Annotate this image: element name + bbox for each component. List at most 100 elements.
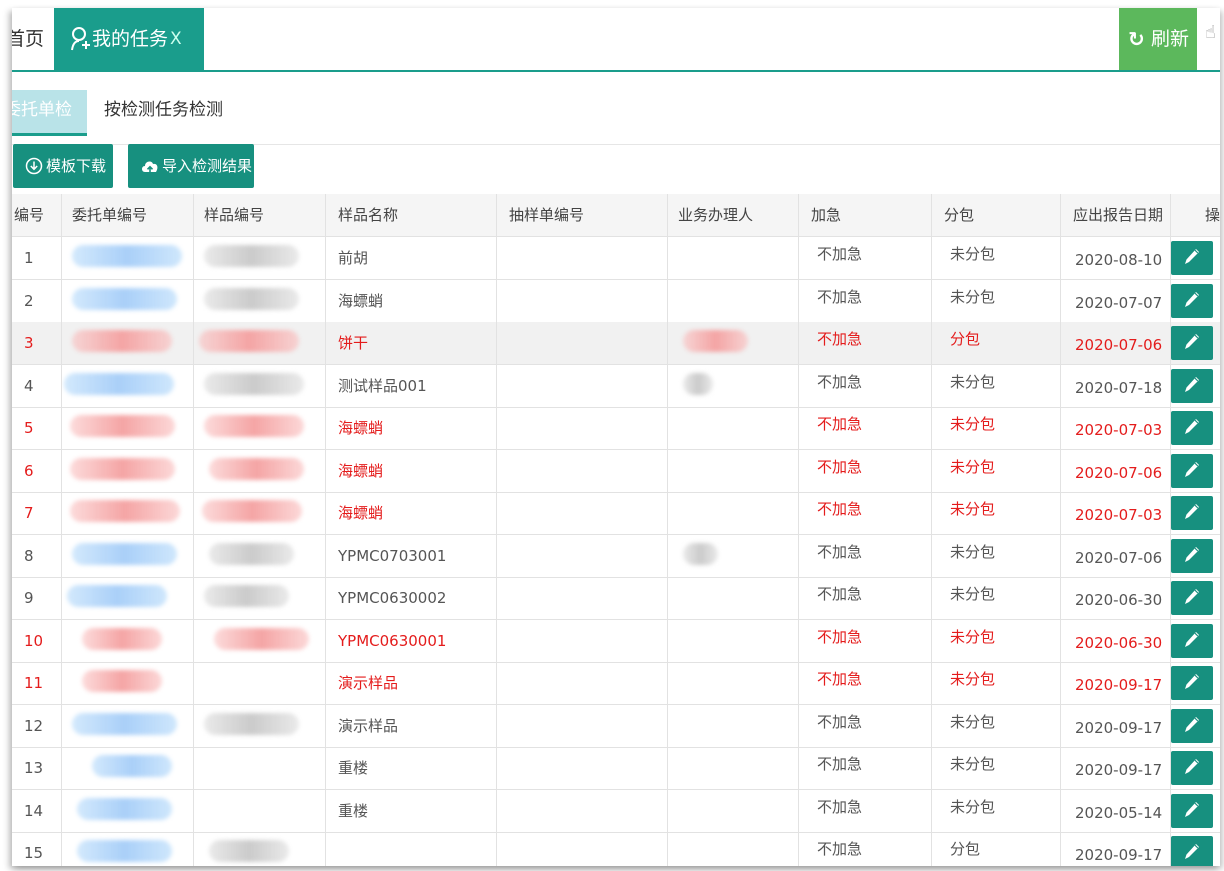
- template-download-button[interactable]: 模板下载: [13, 144, 113, 188]
- table-row[interactable]: 13 重楼 不加急 未分包 2020-09-17: [12, 747, 1220, 790]
- table-row[interactable]: 14 重楼 不加急 未分包 2020-05-14: [12, 789, 1220, 833]
- edit-button[interactable]: [1171, 623, 1213, 658]
- table-row[interactable]: 1 前胡 不加急 未分包 2020-08-10: [12, 237, 1220, 280]
- cell-action[interactable]: [1171, 790, 1220, 832]
- cell-entrust-no[interactable]: [62, 747, 194, 789]
- cell-sample-name: 饼干: [326, 322, 497, 364]
- cell-urgent: 不加急: [799, 364, 932, 407]
- template-download-label: 模板下载: [46, 157, 107, 175]
- cell-action[interactable]: [1171, 705, 1220, 747]
- tab-home[interactable]: 首页: [12, 8, 54, 70]
- table-row[interactable]: 3 饼干 不加急 分包 2020-07-06: [12, 322, 1220, 365]
- cell-entrust-no[interactable]: [62, 662, 194, 704]
- edit-button[interactable]: [1171, 241, 1213, 275]
- edit-button[interactable]: [1171, 793, 1213, 828]
- cell-entrust-no[interactable]: [62, 492, 194, 534]
- subtab-by-task[interactable]: 按检测任务检测: [104, 90, 223, 133]
- edit-button[interactable]: [1171, 708, 1213, 743]
- edit-button[interactable]: [1171, 411, 1213, 445]
- cell-entrust-no[interactable]: [62, 322, 194, 364]
- table-row[interactable]: 15 不加急 分包 2020-09-17: [12, 832, 1220, 866]
- edit-button[interactable]: [1171, 453, 1213, 488]
- pencil-icon: [1185, 716, 1199, 732]
- cell-action[interactable]: [1171, 492, 1220, 534]
- edit-button[interactable]: [1171, 283, 1213, 318]
- col-header-sample-no[interactable]: 样品编号: [194, 194, 326, 236]
- cell-action[interactable]: [1171, 620, 1220, 662]
- table-row[interactable]: 12 演示样品 不加急 未分包 2020-09-17: [12, 704, 1220, 748]
- top-tab-bar: 首页 我的任务 X ↻ 刷新 ☝: [12, 8, 1220, 72]
- cell-action[interactable]: [1171, 535, 1220, 577]
- cell-entrust-no[interactable]: [62, 364, 194, 407]
- cell-entrust-no[interactable]: [62, 534, 194, 577]
- pencil-icon: [1185, 334, 1199, 349]
- cell-subcontract: 未分包: [932, 237, 1061, 279]
- cell-entrust-no[interactable]: [62, 279, 194, 322]
- cell-action[interactable]: [1171, 450, 1220, 492]
- tab-my-tasks[interactable]: 我的任务 X: [54, 8, 204, 70]
- edit-button[interactable]: [1171, 836, 1213, 866]
- cell-entrust-no[interactable]: [62, 449, 194, 492]
- cell-action[interactable]: [1171, 747, 1220, 789]
- cell-action[interactable]: [1171, 577, 1220, 619]
- col-header-sampling-no[interactable]: 抽样单编号: [497, 194, 668, 236]
- cell-subcontract: 未分包: [932, 534, 1061, 577]
- import-results-label: 导入检测结果: [162, 157, 253, 175]
- cell-action[interactable]: [1171, 322, 1220, 364]
- edit-button[interactable]: [1171, 751, 1213, 785]
- cell-entrust-no[interactable]: [62, 832, 194, 866]
- table-row[interactable]: 2 海螵蛸 不加急 未分包 2020-07-07: [12, 279, 1220, 323]
- cell-action[interactable]: [1171, 280, 1220, 322]
- cell-entrust-no[interactable]: [62, 407, 194, 449]
- refresh-button[interactable]: ↻ 刷新: [1119, 8, 1197, 70]
- edit-button[interactable]: [1171, 368, 1213, 403]
- cell-entrust-no[interactable]: [62, 789, 194, 832]
- hand-pointer-icon[interactable]: ☝: [1205, 22, 1220, 52]
- cell-no: 12: [12, 704, 62, 747]
- cell-sampling-no: [497, 662, 668, 704]
- close-icon[interactable]: X: [170, 8, 182, 70]
- cell-no: 4: [12, 364, 62, 407]
- cell-entrust-no[interactable]: [62, 619, 194, 662]
- cell-no: 10: [12, 619, 62, 662]
- cell-handler: [668, 832, 799, 866]
- col-header-subcontract[interactable]: 分包: [932, 194, 1061, 236]
- col-header-urgent[interactable]: 加急: [799, 194, 932, 236]
- col-header-sample-name[interactable]: 样品名称: [326, 194, 497, 236]
- redacted-value: [209, 542, 294, 565]
- col-header-report-date[interactable]: 应出报告日期: [1061, 194, 1171, 236]
- cell-action[interactable]: [1171, 662, 1220, 704]
- redacted-value: [77, 840, 172, 862]
- table-row[interactable]: 5 海螵蛸 不加急 未分包 2020-07-03: [12, 407, 1220, 450]
- table-row[interactable]: 4 测试样品001 不加急 未分包 2020-07-18: [12, 364, 1220, 408]
- cell-action[interactable]: [1171, 407, 1220, 449]
- table-row[interactable]: 9 YPMC0630002 不加急 未分包 2020-06-30: [12, 577, 1220, 620]
- subtab-by-entrustment[interactable]: 委托单检测: [12, 90, 87, 136]
- edit-button[interactable]: [1171, 538, 1213, 573]
- cell-action[interactable]: [1171, 237, 1220, 279]
- table-row[interactable]: 11 演示样品 不加急 未分包 2020-09-17: [12, 662, 1220, 705]
- table-row[interactable]: 8 YPMC0703001 不加急 未分包 2020-07-06: [12, 534, 1220, 578]
- col-header-no[interactable]: 编号: [12, 194, 62, 236]
- redacted-value: [204, 415, 304, 437]
- cell-sample-no: [194, 492, 326, 534]
- table-row[interactable]: 7 海螵蛸 不加急 未分包 2020-07-03: [12, 492, 1220, 535]
- cell-entrust-no[interactable]: [62, 577, 194, 619]
- cell-action[interactable]: [1171, 365, 1220, 407]
- edit-button[interactable]: [1171, 326, 1213, 360]
- cell-entrust-no[interactable]: [62, 704, 194, 747]
- cell-subcontract: 分包: [932, 322, 1061, 364]
- cell-sample-no: [194, 449, 326, 492]
- table-row[interactable]: 10 YPMC0630001 不加急 未分包 2020-06-30: [12, 619, 1220, 663]
- cell-entrust-no[interactable]: [62, 237, 194, 279]
- col-header-entrust-no[interactable]: 委托单编号: [62, 194, 194, 236]
- col-header-handler[interactable]: 业务办理人: [668, 194, 799, 236]
- cell-action[interactable]: [1171, 832, 1220, 866]
- edit-button[interactable]: [1171, 496, 1213, 530]
- edit-button[interactable]: [1171, 666, 1213, 700]
- table-row[interactable]: 6 海螵蛸 不加急 未分包 2020-07-06: [12, 449, 1220, 493]
- import-results-button[interactable]: 导入检测结果: [128, 144, 254, 188]
- cell-urgent: 不加急: [799, 449, 932, 492]
- edit-button[interactable]: [1171, 581, 1213, 615]
- cell-no: 6: [12, 449, 62, 492]
